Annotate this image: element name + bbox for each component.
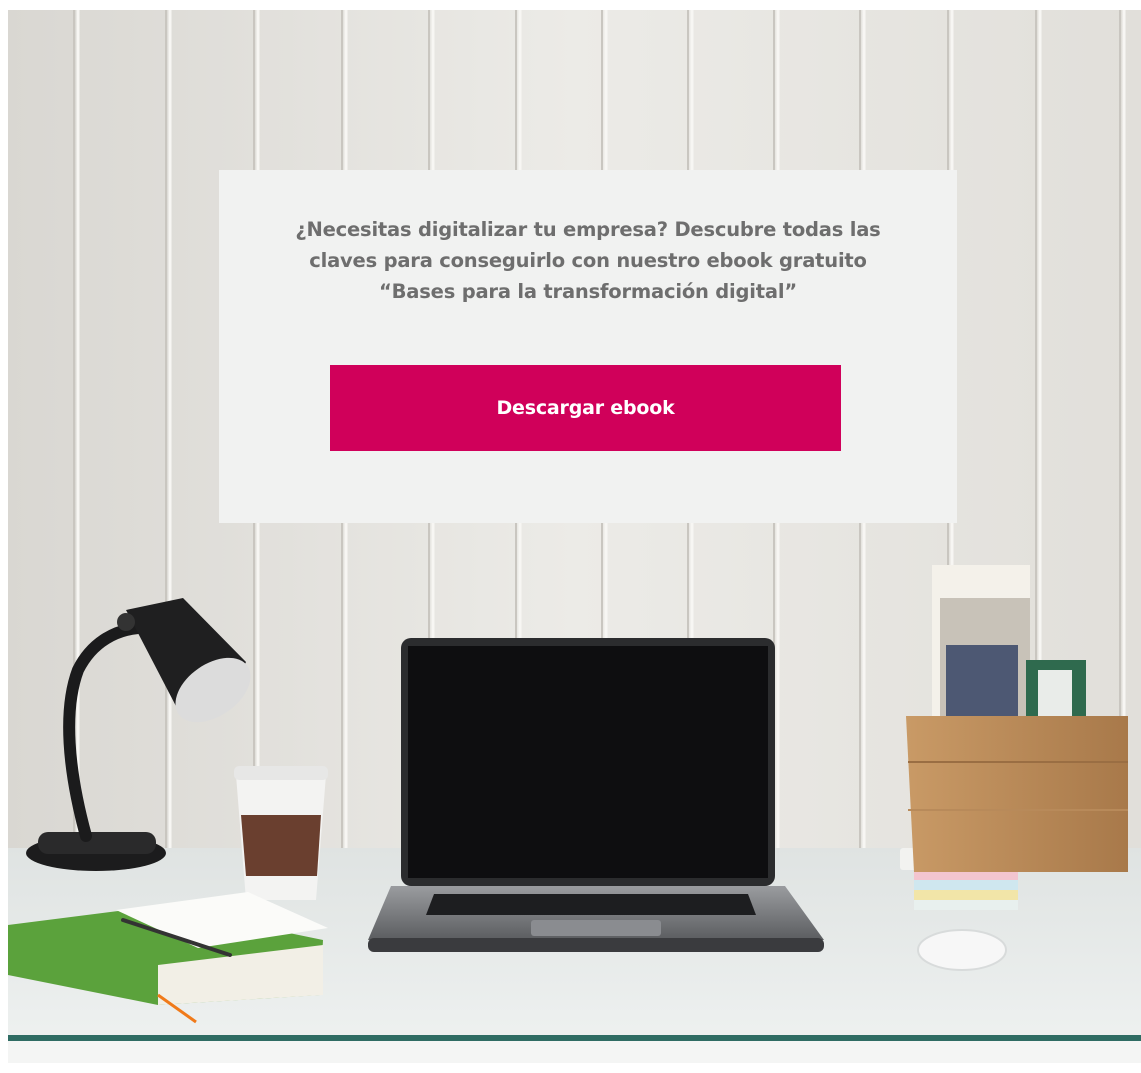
- laptop-icon: [368, 638, 824, 952]
- mouse-icon: [917, 929, 1007, 971]
- download-ebook-button[interactable]: Descargar ebook: [330, 365, 841, 451]
- cta-headline: ¿Necesitas digitalizar tu empresa? Descu…: [249, 214, 927, 307]
- background-desk-photo: ¿Necesitas digitalizar tu empresa? Descu…: [8, 10, 1141, 1063]
- cta-headline-line-3: “Bases para la transformación digital”: [379, 280, 797, 303]
- coffee-cup-icon: [234, 766, 328, 900]
- cta-headline-line-1: ¿Necesitas digitalizar tu empresa? Descu…: [295, 218, 881, 241]
- ebook-cta-card: ¿Necesitas digitalizar tu empresa? Descu…: [219, 170, 957, 523]
- cta-headline-line-2: claves para conseguirlo con nuestro eboo…: [309, 249, 867, 272]
